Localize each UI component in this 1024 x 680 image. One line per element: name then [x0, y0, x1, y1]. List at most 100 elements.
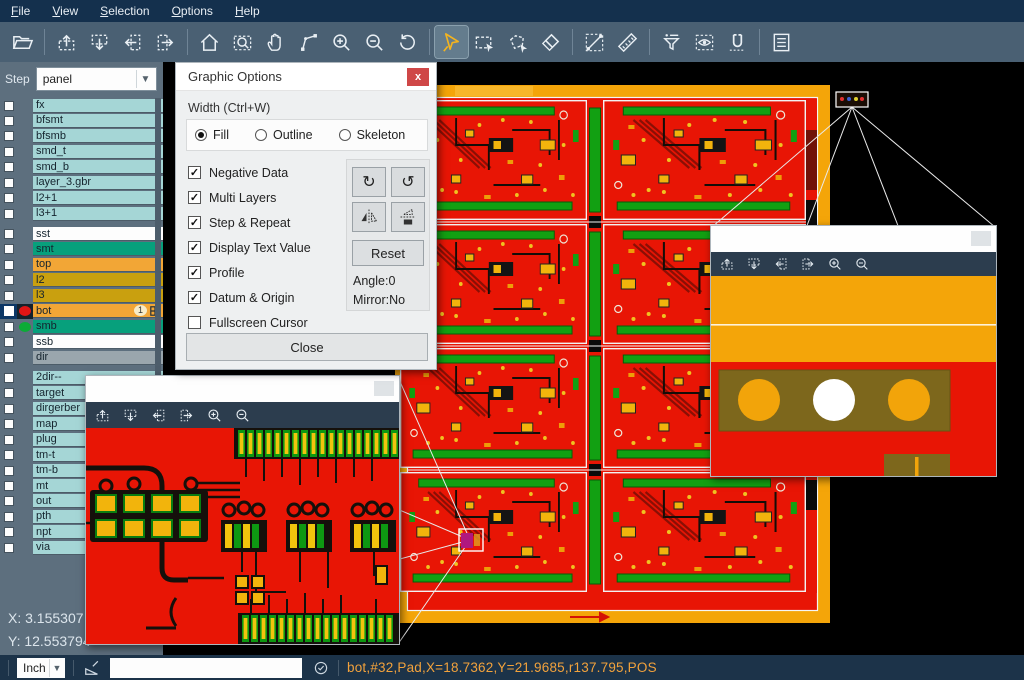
- measure-diagonal-button[interactable]: [578, 26, 611, 58]
- pan-button[interactable]: [259, 26, 292, 58]
- layer-color-indicator[interactable]: [17, 540, 33, 555]
- zoom-popup-right-view[interactable]: [711, 276, 996, 476]
- clean-button[interactable]: [534, 26, 567, 58]
- layer-name[interactable]: smd_t: [33, 145, 163, 159]
- layer-checkbox[interactable]: [4, 388, 14, 398]
- layer-row-smb[interactable]: smb: [0, 319, 163, 334]
- zoom-popup-right-titlebar[interactable]: [711, 226, 996, 252]
- menu-selection[interactable]: Selection: [89, 1, 160, 21]
- close-button[interactable]: Close: [186, 333, 428, 361]
- mirror-vertical-button[interactable]: [391, 202, 425, 232]
- layer-checkbox[interactable]: [4, 450, 14, 460]
- layer-name[interactable]: top: [33, 258, 163, 272]
- move-right-button[interactable]: [149, 26, 182, 58]
- radio-fill[interactable]: Fill: [195, 128, 229, 142]
- rotate-ccw-button[interactable]: ↺: [391, 167, 425, 197]
- layer-row-bot[interactable]: bot1: [0, 304, 163, 319]
- layer-color-indicator[interactable]: [17, 417, 33, 432]
- layer-color-indicator[interactable]: [17, 304, 33, 319]
- graphic-options-dialog[interactable]: Graphic Options x Width (Ctrl+W) FillOut…: [175, 62, 437, 370]
- apply-icon[interactable]: [312, 659, 330, 677]
- layer-color-indicator[interactable]: [17, 463, 33, 478]
- layer-row-l3[interactable]: l3: [0, 288, 163, 303]
- layer-name[interactable]: smt: [33, 242, 163, 256]
- filter-button[interactable]: [655, 26, 688, 58]
- zoom-window-button[interactable]: [226, 26, 259, 58]
- move-left-icon[interactable]: [150, 407, 167, 424]
- layer-checkbox[interactable]: [4, 481, 14, 491]
- zoom-in-icon[interactable]: [827, 256, 843, 272]
- zoom-previous-button[interactable]: [391, 26, 424, 58]
- zoom-popup-left-titlebar[interactable]: [86, 376, 399, 402]
- move-up-icon[interactable]: [719, 256, 735, 272]
- layer-checkbox[interactable]: [4, 353, 14, 363]
- layer-color-indicator[interactable]: [17, 257, 33, 272]
- zoom-out-icon[interactable]: [854, 256, 870, 272]
- polygon-select-button[interactable]: [501, 26, 534, 58]
- move-up-button[interactable]: [50, 26, 83, 58]
- move-down-icon[interactable]: [746, 256, 762, 272]
- checkbox-multi-layers[interactable]: ✓Multi Layers: [188, 185, 311, 210]
- layer-color-indicator[interactable]: [17, 129, 33, 144]
- move-left-icon[interactable]: [773, 256, 789, 272]
- menu-view[interactable]: View: [41, 1, 89, 21]
- layer-checkbox[interactable]: [4, 404, 14, 414]
- layer-checkbox[interactable]: [4, 512, 14, 522]
- layer-row-smd_t[interactable]: smd_t: [0, 144, 163, 159]
- layer-name[interactable]: l3+1: [33, 207, 163, 221]
- layer-name[interactable]: bfsmt: [33, 114, 163, 128]
- layer-row-smd_b[interactable]: smd_b: [0, 160, 163, 175]
- layer-row-ssb[interactable]: ssb: [0, 335, 163, 350]
- rotate-cw-button[interactable]: ↻: [352, 167, 386, 197]
- layer-name[interactable]: fx: [33, 99, 163, 113]
- layer-row-dir[interactable]: dir: [0, 350, 163, 365]
- layer-name[interactable]: sst: [33, 227, 163, 241]
- layer-checkbox[interactable]: [4, 131, 14, 141]
- layer-color-indicator[interactable]: [17, 319, 33, 334]
- layer-checkbox[interactable]: [4, 260, 14, 270]
- layer-name[interactable]: smd_b: [33, 160, 163, 174]
- layer-color-indicator[interactable]: [17, 525, 33, 540]
- move-down-icon[interactable]: [122, 407, 139, 424]
- layer-row-bfsmt[interactable]: bfsmt: [0, 113, 163, 128]
- layer-color-indicator[interactable]: [17, 448, 33, 463]
- layer-checkbox[interactable]: [4, 116, 14, 126]
- layer-color-indicator[interactable]: [17, 160, 33, 175]
- layer-row-layer_3.gbr[interactable]: layer_3.gbr: [0, 175, 163, 190]
- checkbox-step-repeat[interactable]: ✓Step & Repeat: [188, 210, 311, 235]
- move-left-button[interactable]: [116, 26, 149, 58]
- layer-checkbox[interactable]: [4, 193, 14, 203]
- checkbox-fullscreen-cursor[interactable]: Fullscreen Cursor: [188, 310, 311, 335]
- unit-select[interactable]: Inch ▼: [17, 658, 65, 678]
- draw-angle-icon[interactable]: [82, 658, 102, 678]
- layer-color-indicator[interactable]: [17, 242, 33, 257]
- move-right-icon[interactable]: [800, 256, 816, 272]
- move-up-icon[interactable]: [94, 407, 111, 424]
- layer-checkbox[interactable]: [4, 209, 14, 219]
- dialog-titlebar[interactable]: Graphic Options x: [176, 63, 436, 91]
- measure-path-button[interactable]: [292, 26, 325, 58]
- layer-color-indicator[interactable]: [17, 273, 33, 288]
- layer-row-sst[interactable]: sst: [0, 227, 163, 242]
- layer-checkbox[interactable]: [4, 229, 14, 239]
- layer-checkbox[interactable]: [4, 322, 14, 332]
- menu-file[interactable]: File: [0, 1, 41, 21]
- zoom-popup-left-view[interactable]: [86, 428, 399, 644]
- layer-color-indicator[interactable]: [17, 370, 33, 385]
- layer-checkbox[interactable]: [4, 101, 14, 111]
- layer-color-indicator[interactable]: [17, 191, 33, 206]
- layer-checkbox[interactable]: [4, 178, 14, 188]
- zoom-popup-left[interactable]: [85, 375, 400, 645]
- view-options-button[interactable]: [688, 26, 721, 58]
- checkbox-profile[interactable]: ✓Profile: [188, 260, 311, 285]
- layer-color-indicator[interactable]: [17, 386, 33, 401]
- layer-checkbox[interactable]: [4, 496, 14, 506]
- layer-color-indicator[interactable]: [17, 479, 33, 494]
- layer-row-fx[interactable]: fx: [0, 98, 163, 113]
- dialog-close-button[interactable]: x: [407, 68, 429, 86]
- layer-checkbox[interactable]: [4, 291, 14, 301]
- layer-color-indicator[interactable]: [17, 335, 33, 350]
- layer-checkbox[interactable]: [4, 147, 14, 157]
- layer-row-top[interactable]: top: [0, 257, 163, 272]
- layer-color-indicator[interactable]: [17, 350, 33, 365]
